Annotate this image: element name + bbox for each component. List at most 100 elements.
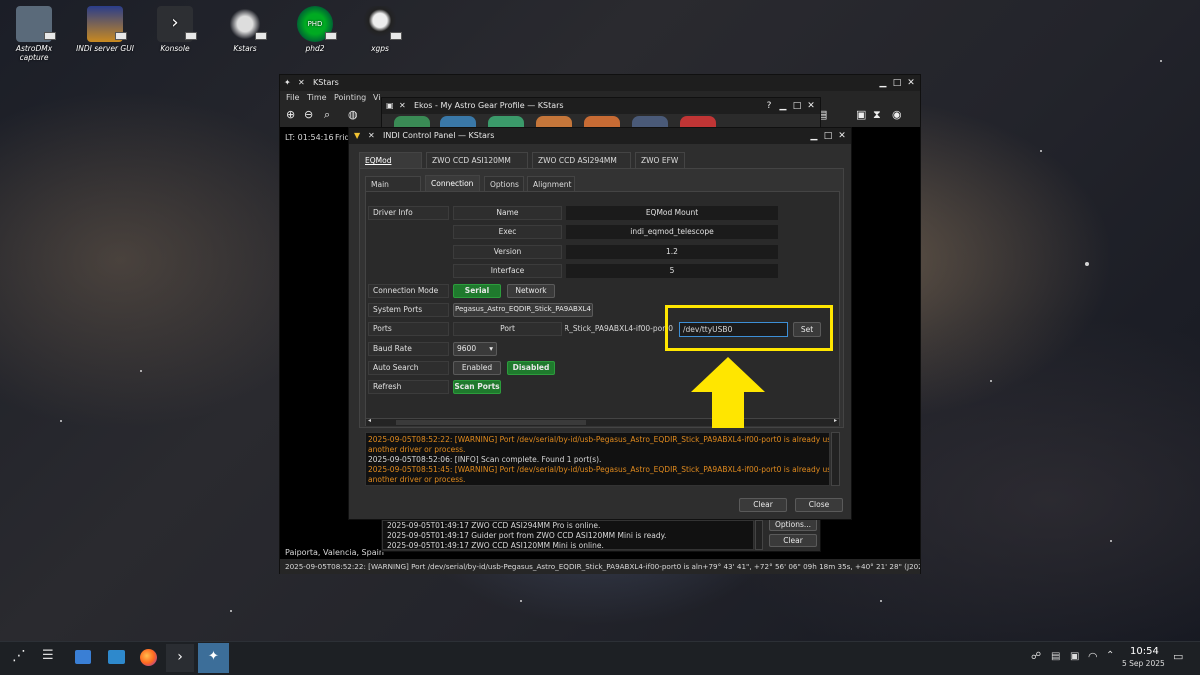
ekos-titlebar: ▣ ✕ Ekos - My Astro Gear Profile — KStar…: [382, 98, 820, 114]
toolbar-filter-icon[interactable]: ⧗: [873, 108, 881, 122]
driver-interface-value: 5: [566, 264, 778, 278]
scan-ports-button[interactable]: Scan Ports: [453, 380, 501, 394]
tab-main-control[interactable]: Main Control: [365, 176, 421, 204]
ekos-clear-button[interactable]: Clear: [769, 534, 817, 547]
chevron-down-icon: ▾: [489, 344, 493, 353]
desktop-icon-astrodmx[interactable]: AstroDMx capture: [4, 6, 64, 62]
clear-button[interactable]: Clear: [739, 498, 787, 512]
ekos-title: Ekos - My Astro Gear Profile — KStars: [414, 101, 564, 110]
auto-search-label: Auto Search: [368, 361, 449, 375]
baud-rate-value: 9600: [457, 344, 477, 353]
tab-zwo-asi120mm[interactable]: ZWO CCD ASI120MM Mini: [426, 152, 528, 180]
indi-control-panel-window: ▼ ✕ INDI Control Panel — KStars ▁ □ ✕ EQ…: [348, 127, 852, 520]
desktop-icon-label: INDI server GUI: [76, 44, 134, 53]
clock-date[interactable]: 5 Sep 2025: [1122, 659, 1165, 668]
maximize-icon[interactable]: □: [792, 101, 802, 111]
help-icon[interactable]: ?: [764, 101, 774, 111]
location-label: Paiporta, Valencia, Spain: [285, 548, 384, 557]
scrollbar-handle[interactable]: [396, 420, 586, 425]
minimize-icon[interactable]: ▁: [878, 78, 888, 88]
menu-time[interactable]: Time: [307, 93, 327, 102]
menu-file[interactable]: File: [286, 93, 299, 102]
log-line: 2025-09-05T08:52:06: [INFO] Scan complet…: [368, 455, 602, 464]
window-menu-icon[interactable]: ✕: [399, 98, 406, 114]
desktop-icon-phd2[interactable]: PHD phd2: [285, 6, 345, 53]
up-arrow-annotation: [691, 357, 765, 428]
desktop-icon-kstars[interactable]: Kstars: [215, 6, 275, 53]
app-launcher-icon[interactable]: ⋰: [12, 648, 26, 664]
tux-icon: [362, 6, 402, 42]
zoom-in-icon[interactable]: ⊕: [286, 108, 295, 121]
scroll-right-icon[interactable]: ▸: [834, 417, 837, 424]
close-icon[interactable]: ✕: [837, 131, 847, 141]
system-port-button[interactable]: Pegasus_Astro_EQDIR_Stick_PA9ABXL4: [453, 303, 593, 317]
tab-eqmod-mount[interactable]: EQMod Mount: [359, 152, 422, 180]
close-button[interactable]: Close: [795, 498, 843, 512]
notes-tray-icon[interactable]: ▣: [1070, 651, 1079, 662]
desktop-icon-konsole[interactable]: › Konsole: [145, 6, 205, 53]
desktop-icon-indi-server[interactable]: INDI server GUI: [75, 6, 135, 53]
current-port-value: DIR_Stick_PA9ABXL4-if00-port0: [565, 324, 673, 333]
log-line: another driver or process.: [368, 445, 466, 454]
storage-tray-icon[interactable]: ▤: [1051, 651, 1060, 662]
menu-pointing[interactable]: Pointing: [334, 93, 366, 102]
network-button[interactable]: Network: [507, 284, 555, 298]
serial-button[interactable]: Serial: [453, 284, 501, 298]
indi-log: 2025-09-05T08:52:22: [WARNING] Port /dev…: [365, 432, 830, 486]
tab-zwo-asi294mm[interactable]: ZWO CCD ASI294MM Pro: [532, 152, 631, 180]
globe-icon[interactable]: ◍: [348, 108, 358, 121]
show-desktop-icon[interactable]: ▭: [1173, 650, 1183, 663]
tab-alignment[interactable]: Alignment: [527, 176, 575, 192]
horizontal-scrollbar[interactable]: ◂ ▸: [366, 417, 839, 426]
wifi-icon[interactable]: ◠: [1088, 650, 1098, 663]
phd2-icon: PHD: [297, 6, 337, 42]
chevron-up-icon[interactable]: ⌃: [1106, 650, 1114, 661]
kstars-statusbar: 2025-09-05T08:52:22: [WARNING] Port /dev…: [280, 559, 920, 574]
close-icon[interactable]: ✕: [806, 101, 816, 111]
kstars-titlebar: ✦ ✕ KStars ▁ □ ✕: [280, 75, 920, 91]
toolbar-eye-icon[interactable]: ◉: [892, 108, 902, 121]
discover-store-icon[interactable]: [75, 650, 91, 664]
close-icon[interactable]: ✕: [906, 78, 916, 88]
desktop-icon-label: Konsole: [160, 44, 190, 53]
taskbar: ⋰ ☰ › ✦ ☍ ▤ ▣ ◠ ⌃ 10:54 5 Sep 2025 ▭: [0, 641, 1200, 675]
telescope-icon: [227, 6, 267, 42]
network-tray-icon[interactable]: ☍: [1031, 651, 1041, 662]
desktop-icon-label: Kstars: [233, 44, 257, 53]
ekos-log-line: 2025-09-05T01:49:17 ZWO CCD ASI120MM Min…: [387, 541, 604, 550]
minimize-icon[interactable]: ▁: [809, 131, 819, 141]
log-scrollbar[interactable]: [831, 432, 840, 486]
kstars-app-icon: ✦: [284, 78, 291, 87]
konsole-task-icon[interactable]: ›: [166, 644, 194, 672]
kstars-task-icon[interactable]: ✦: [198, 643, 229, 673]
highlight-box: [665, 305, 833, 351]
minimize-icon[interactable]: ▁: [778, 101, 788, 111]
tab-zwo-efw[interactable]: ZWO EFW: [635, 152, 685, 168]
clock-time[interactable]: 10:54: [1130, 646, 1159, 657]
ekos-log: 2025-09-05T01:49:17 ZWO CCD ASI294MM Pro…: [382, 520, 754, 550]
window-menu-icon[interactable]: ✕: [298, 75, 305, 91]
scroll-left-icon[interactable]: ◂: [368, 417, 371, 424]
firefox-icon[interactable]: [140, 649, 157, 666]
system-settings-icon[interactable]: ☰: [42, 648, 54, 663]
baud-rate-select[interactable]: 9600 ▾: [453, 342, 497, 356]
menu-view[interactable]: Vi: [373, 93, 381, 102]
ports-label: Ports: [368, 322, 449, 336]
auto-search-enabled-button[interactable]: Enabled: [453, 361, 501, 375]
toolbar-save-icon[interactable]: ▣: [856, 108, 866, 121]
local-time: LT: 01:54:16: [285, 133, 334, 142]
log-line: another driver or process.: [368, 475, 466, 484]
file-manager-icon[interactable]: [108, 650, 125, 664]
driver-interface-key: Interface: [453, 264, 562, 278]
auto-search-disabled-button[interactable]: Disabled: [507, 361, 555, 375]
zoom-out-icon[interactable]: ⊖: [304, 108, 313, 121]
window-menu-icon[interactable]: ✕: [368, 128, 375, 144]
port-key: Port: [453, 322, 562, 336]
maximize-icon[interactable]: □: [892, 78, 902, 88]
search-icon[interactable]: ⌕: [324, 108, 330, 122]
maximize-icon[interactable]: □: [823, 131, 833, 141]
desktop-icon-xgps[interactable]: xgps: [350, 6, 410, 53]
tab-options[interactable]: Options: [484, 176, 524, 192]
ekos-log-scrollbar[interactable]: [755, 520, 763, 550]
tab-connection[interactable]: Connection: [425, 175, 480, 191]
